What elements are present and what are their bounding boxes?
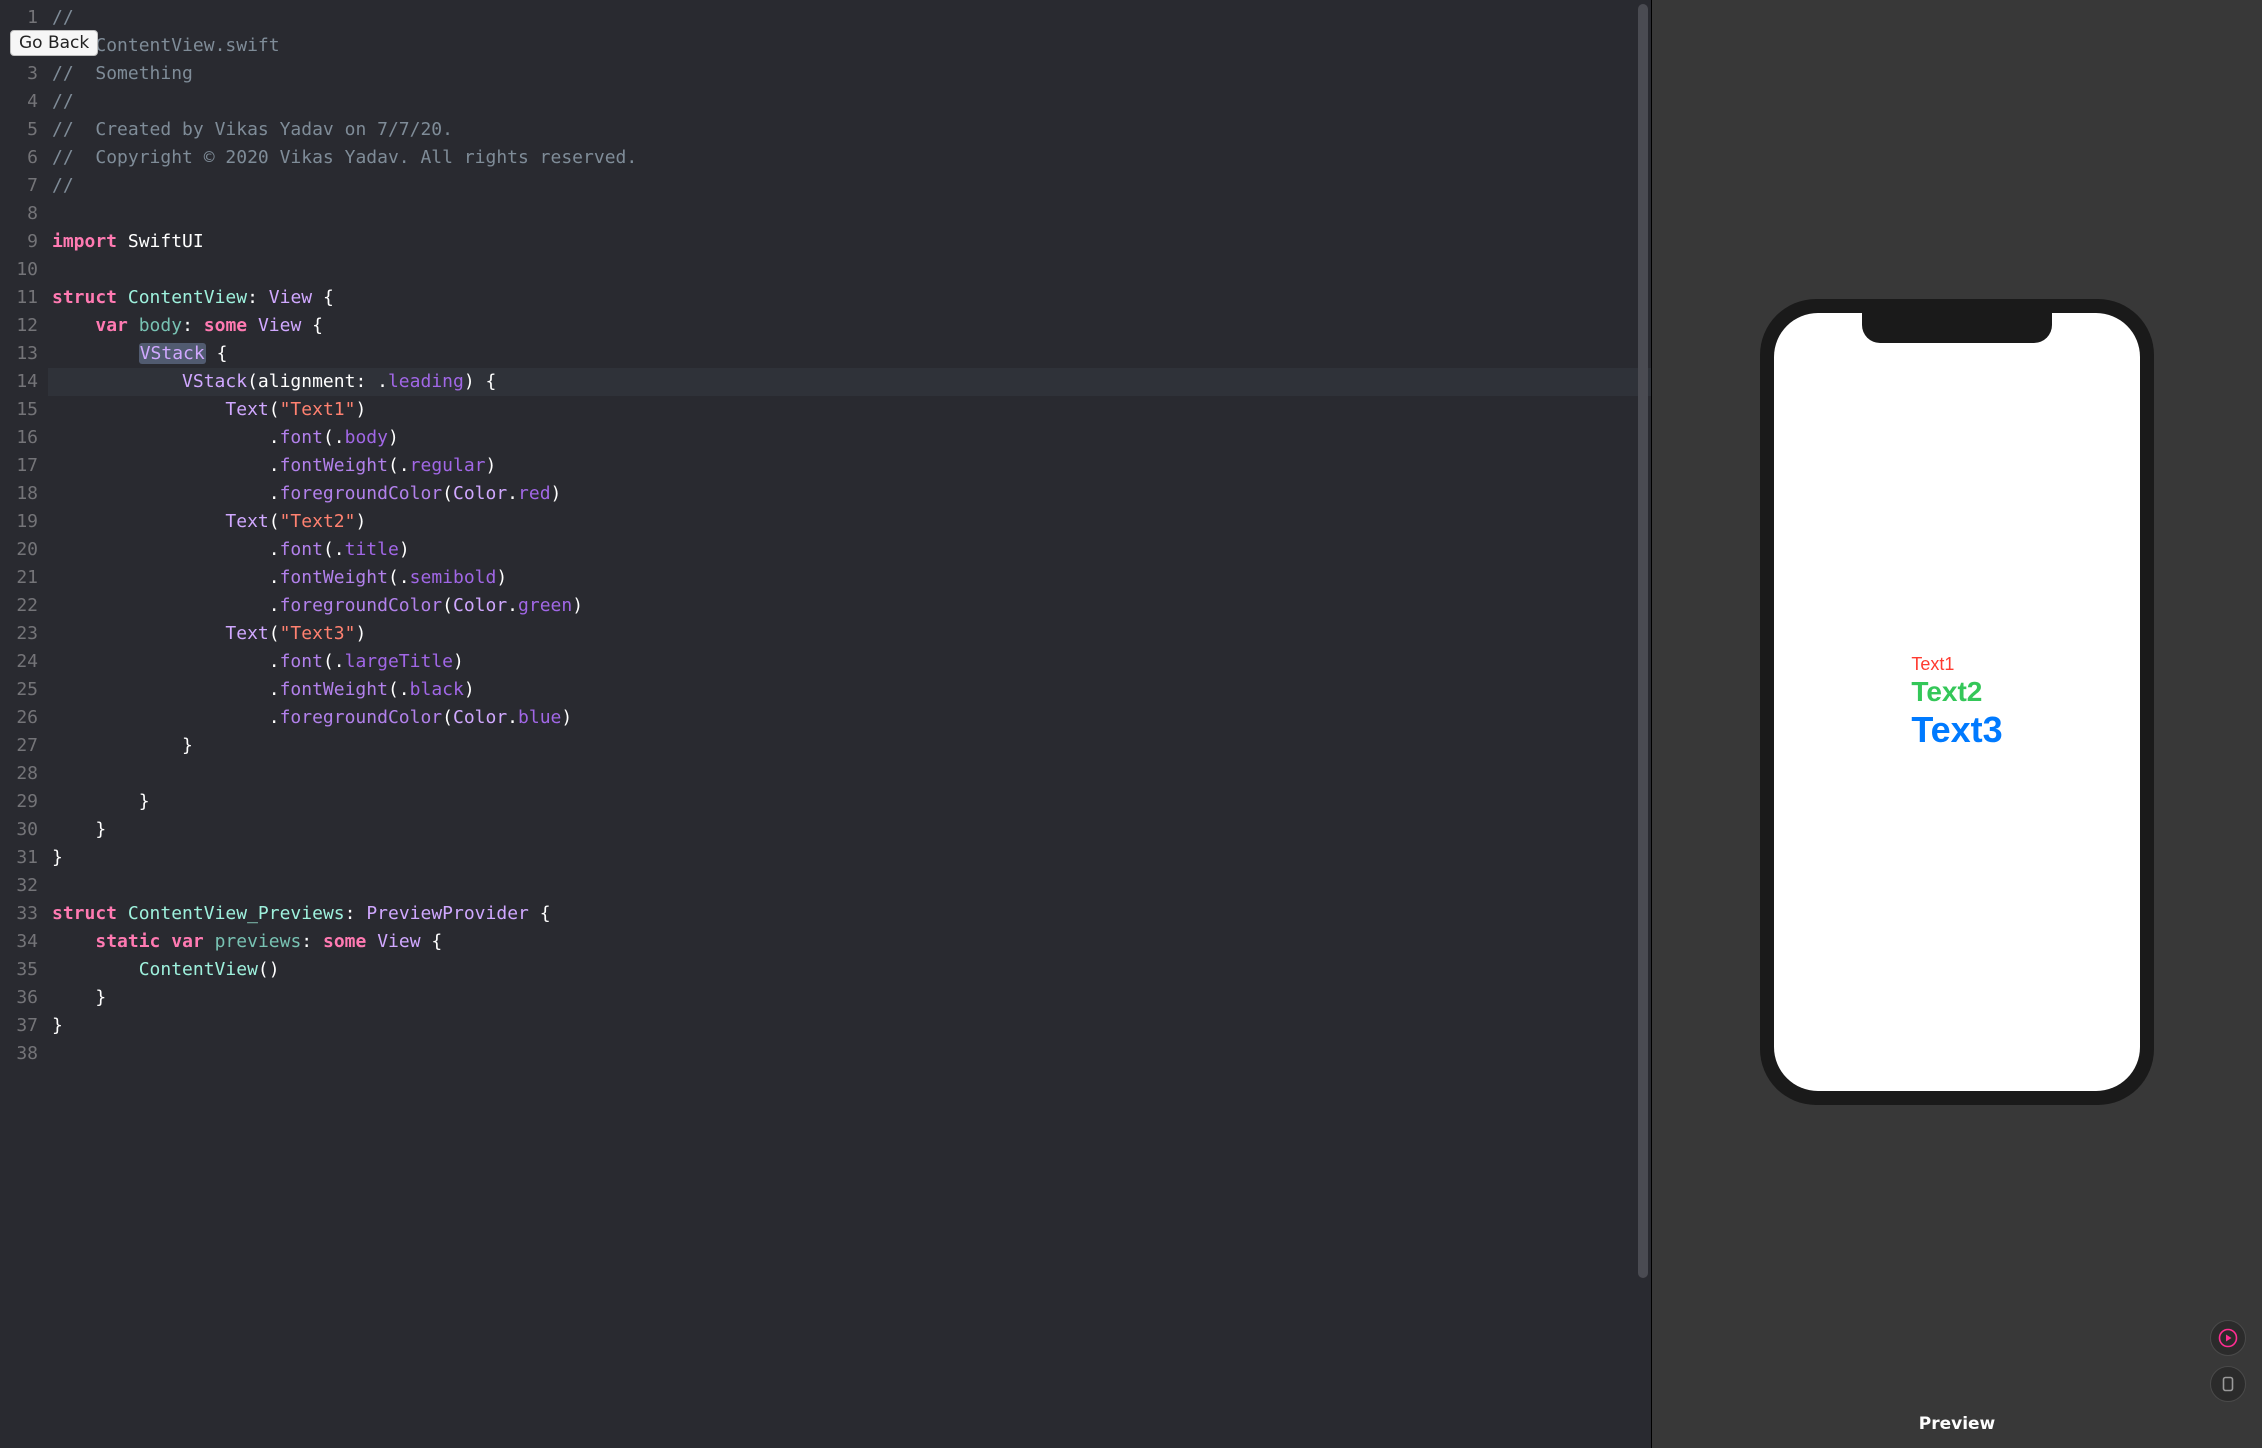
line-number: 1 xyxy=(0,4,48,32)
line-number: 12 xyxy=(0,312,48,340)
line-number: 30 xyxy=(0,816,48,844)
code-line[interactable]: // ContentView.swift xyxy=(48,32,1651,60)
line-number: 20 xyxy=(0,536,48,564)
line-number: 15 xyxy=(0,396,48,424)
line-number: 21 xyxy=(0,564,48,592)
scrollbar-thumb[interactable] xyxy=(1638,4,1648,1278)
code-line[interactable]: } xyxy=(48,816,1651,844)
code-line[interactable]: .font(.largeTitle) xyxy=(48,648,1651,676)
code-line[interactable]: .foregroundColor(Color.red) xyxy=(48,480,1651,508)
line-number-gutter: 1234567891011121314151617181920212223242… xyxy=(0,0,48,1448)
preview-text2: Text2 xyxy=(1911,677,1982,708)
line-number: 13 xyxy=(0,340,48,368)
play-icon xyxy=(2218,1328,2238,1348)
code-line[interactable]: .fontWeight(.black) xyxy=(48,676,1651,704)
line-number: 16 xyxy=(0,424,48,452)
code-line[interactable]: // Copyright © 2020 Vikas Yadav. All rig… xyxy=(48,144,1651,172)
code-line[interactable]: var body: some View { xyxy=(48,312,1651,340)
code-line[interactable]: .fontWeight(.regular) xyxy=(48,452,1651,480)
line-number: 23 xyxy=(0,620,48,648)
code-line[interactable]: VStack { xyxy=(48,340,1651,368)
code-line[interactable]: struct ContentView_Previews: PreviewProv… xyxy=(48,900,1651,928)
code-line[interactable]: static var previews: some View { xyxy=(48,928,1651,956)
code-line[interactable]: .font(.title) xyxy=(48,536,1651,564)
preview-text1: Text1 xyxy=(1911,654,1954,675)
preview-text3: Text3 xyxy=(1911,710,2002,750)
line-number: 33 xyxy=(0,900,48,928)
line-number: 10 xyxy=(0,256,48,284)
line-number: 3 xyxy=(0,60,48,88)
line-number: 25 xyxy=(0,676,48,704)
code-line[interactable]: } xyxy=(48,788,1651,816)
vertical-scrollbar[interactable] xyxy=(1635,0,1651,1448)
line-number: 36 xyxy=(0,984,48,1012)
code-line[interactable]: Text("Text2") xyxy=(48,508,1651,536)
line-number: 14 xyxy=(0,368,48,396)
code-line[interactable] xyxy=(48,760,1651,788)
code-line[interactable]: struct ContentView: View { xyxy=(48,284,1651,312)
line-number: 19 xyxy=(0,508,48,536)
line-number: 38 xyxy=(0,1040,48,1068)
code-line[interactable]: } xyxy=(48,844,1651,872)
device-screen: Text1 Text2 Text3 xyxy=(1774,313,2140,1091)
line-number: 27 xyxy=(0,732,48,760)
code-line[interactable]: // Created by Vikas Yadav on 7/7/20. xyxy=(48,116,1651,144)
code-line[interactable] xyxy=(48,256,1651,284)
go-back-button[interactable]: Go Back xyxy=(10,30,98,56)
line-number: 18 xyxy=(0,480,48,508)
code-line[interactable]: .font(.body) xyxy=(48,424,1651,452)
line-number: 24 xyxy=(0,648,48,676)
line-number: 5 xyxy=(0,116,48,144)
preview-content: Text1 Text2 Text3 xyxy=(1911,654,2002,749)
line-number: 9 xyxy=(0,228,48,256)
line-number: 34 xyxy=(0,928,48,956)
code-line[interactable]: // xyxy=(48,88,1651,116)
line-number: 29 xyxy=(0,788,48,816)
code-line[interactable] xyxy=(48,200,1651,228)
code-line[interactable]: .foregroundColor(Color.blue) xyxy=(48,704,1651,732)
code-line[interactable]: VStack(alignment: .leading) { xyxy=(48,368,1651,396)
preview-label: Preview xyxy=(1919,1404,1996,1448)
code-line[interactable]: // Something xyxy=(48,60,1651,88)
code-area[interactable]: //// ContentView.swift// Something//// C… xyxy=(48,0,1651,1448)
code-line[interactable]: // xyxy=(48,4,1651,32)
code-line[interactable] xyxy=(48,872,1651,900)
device-canvas: Text1 Text2 Text3 xyxy=(1652,0,2262,1404)
iphone-device-frame: Text1 Text2 Text3 xyxy=(1760,299,2154,1105)
code-editor-pane: Go Back 12345678910111213141516171819202… xyxy=(0,0,1651,1448)
code-line[interactable]: Text("Text3") xyxy=(48,620,1651,648)
code-line[interactable]: } xyxy=(48,984,1651,1012)
line-number: 35 xyxy=(0,956,48,984)
line-number: 7 xyxy=(0,172,48,200)
device-notch xyxy=(1862,313,2052,343)
line-number: 28 xyxy=(0,760,48,788)
code-line[interactable]: .fontWeight(.semibold) xyxy=(48,564,1651,592)
line-number: 31 xyxy=(0,844,48,872)
preview-pane: Text1 Text2 Text3 Preview xyxy=(1652,0,2262,1448)
line-number: 4 xyxy=(0,88,48,116)
line-number: 6 xyxy=(0,144,48,172)
line-number: 11 xyxy=(0,284,48,312)
line-number: 17 xyxy=(0,452,48,480)
device-icon xyxy=(2218,1374,2238,1394)
code-line[interactable]: } xyxy=(48,732,1651,760)
code-line[interactable]: // xyxy=(48,172,1651,200)
line-number: 8 xyxy=(0,200,48,228)
line-number: 26 xyxy=(0,704,48,732)
line-number: 32 xyxy=(0,872,48,900)
line-number: 37 xyxy=(0,1012,48,1040)
code-line[interactable]: import SwiftUI xyxy=(48,228,1651,256)
code-line[interactable]: .foregroundColor(Color.green) xyxy=(48,592,1651,620)
code-line[interactable]: Text("Text1") xyxy=(48,396,1651,424)
code-line[interactable]: ContentView() xyxy=(48,956,1651,984)
line-number: 22 xyxy=(0,592,48,620)
live-preview-play-button[interactable] xyxy=(2210,1320,2246,1356)
code-line[interactable]: } xyxy=(48,1012,1651,1040)
preview-controls xyxy=(2210,1320,2246,1402)
preview-device-button[interactable] xyxy=(2210,1366,2246,1402)
code-line[interactable] xyxy=(48,1040,1651,1068)
